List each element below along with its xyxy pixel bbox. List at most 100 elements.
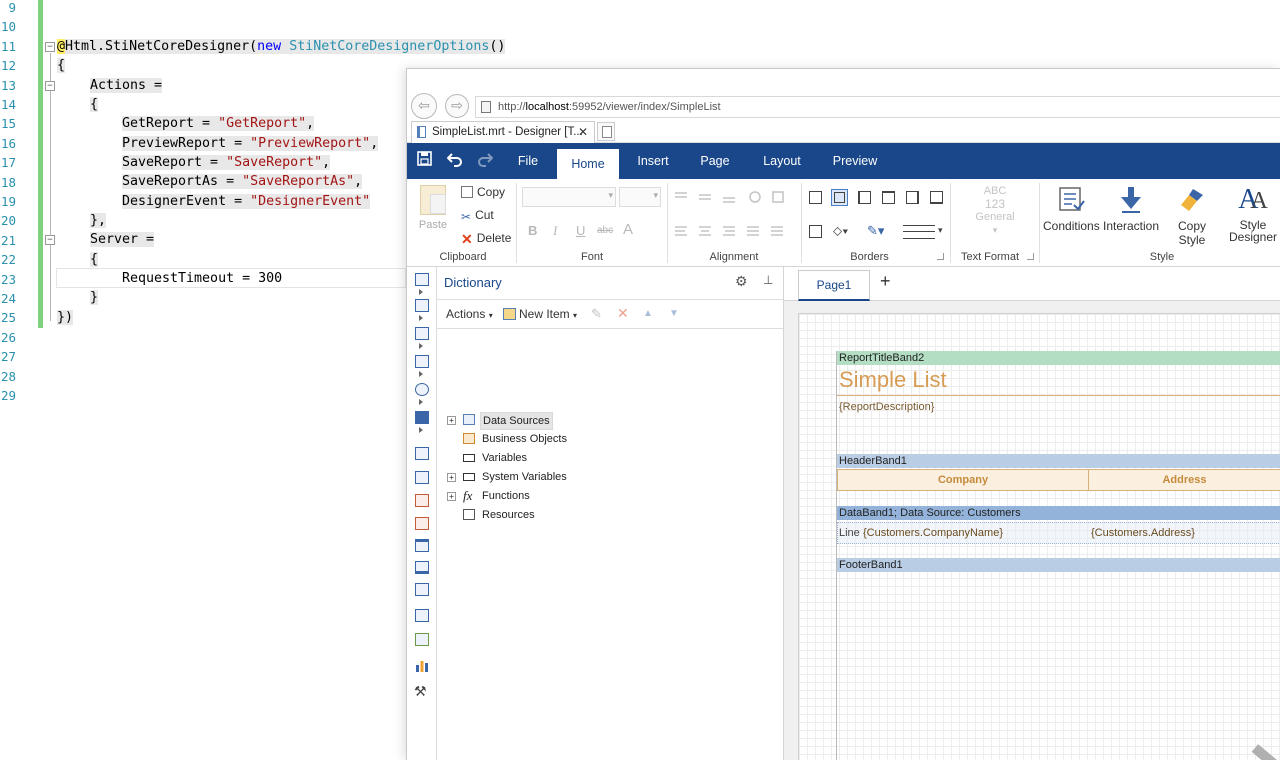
code-line-22[interactable]: { [90, 250, 99, 269]
toolbox-shapes-icon[interactable] [415, 383, 429, 396]
expand-plus-icon[interactable]: + [447, 416, 456, 425]
redo-icon[interactable] [477, 151, 494, 172]
border-right-icon[interactable] [906, 191, 919, 204]
move-down-icon[interactable]: ▼ [669, 308, 679, 319]
fold-toggle[interactable]: − [45, 81, 55, 91]
code-line-15[interactable]: GetReport = "GetReport", [122, 114, 315, 133]
toolbox-bands-icon[interactable] [415, 273, 429, 286]
toolbox-label-icon[interactable] [415, 609, 429, 622]
forward-button[interactable]: ⇨ [445, 94, 469, 118]
expand-plus-icon[interactable]: + [447, 492, 456, 501]
toolbox-barcode-icon[interactable] [415, 355, 429, 368]
address-bar[interactable]: http://localhost:59952/viewer/index/Simp… [475, 96, 1280, 118]
toolbox-components-icon[interactable] [415, 327, 429, 340]
expand-arrow-icon[interactable] [419, 427, 423, 433]
toolbox-page-header-icon[interactable] [415, 447, 429, 460]
pin-icon[interactable]: ⊥ [763, 273, 773, 287]
fill-color-icon[interactable]: ⬦▾ [833, 223, 848, 239]
underline-button[interactable]: U [576, 223, 585, 238]
tab-insert[interactable]: Insert [627, 143, 679, 179]
border-none-icon[interactable] [809, 225, 822, 238]
font-size-select[interactable] [619, 187, 661, 207]
strikethrough-button[interactable]: abc [597, 225, 613, 236]
text-format-button[interactable]: ABC 123 General ▾ [963, 185, 1027, 237]
expand-arrow-icon[interactable] [419, 315, 423, 321]
toolbox-image-icon[interactable] [415, 633, 429, 646]
tab-close-icon[interactable]: ✕ [578, 122, 588, 142]
border-left-icon[interactable] [858, 191, 871, 204]
expand-arrow-icon[interactable] [419, 371, 423, 377]
code-line-14[interactable]: { [90, 95, 99, 114]
border-style-icon[interactable] [903, 225, 935, 239]
toolbox-text-icon[interactable] [415, 494, 429, 507]
code-line-12[interactable]: { [57, 56, 66, 75]
gear-icon[interactable]: ⚙ [735, 273, 748, 290]
interaction-button[interactable]: Interaction [1103, 185, 1159, 233]
toolbox-panel-icon[interactable] [415, 583, 429, 596]
code-line-18[interactable]: SaveReportAs = "SaveReportAs", [122, 172, 363, 191]
toolbox-data-band-icon[interactable] [415, 471, 429, 484]
code-line-11[interactable]: @Html.StiNetCoreDesigner(new StiNetCoreD… [57, 37, 506, 56]
code-line-24[interactable]: } [90, 288, 99, 307]
borders-launcher-icon[interactable] [937, 253, 944, 260]
border-selected-icon[interactable] [831, 189, 848, 206]
tab-layout[interactable]: Layout [757, 143, 807, 179]
border-bottom-icon[interactable] [930, 191, 943, 204]
cut-button[interactable]: ✂ Cut [461, 208, 494, 224]
code-line-13[interactable]: Actions = [90, 76, 163, 95]
border-style-dropdown-icon[interactable]: ▾ [938, 225, 943, 236]
report-title-band-header[interactable]: ReportTitleBand2 [837, 351, 1280, 365]
code-line-23[interactable]: RequestTimeout = 300 [122, 269, 282, 288]
browser-tab[interactable]: SimpleList.mrt - Designer [T... ✕ [411, 121, 595, 143]
new-tab-button[interactable] [597, 122, 615, 141]
data-cell-address[interactable]: {Customers.Address} [1089, 523, 1195, 543]
code-line-19[interactable]: DesignerEvent = "DesignerEvent" [122, 192, 371, 211]
copy-button[interactable]: Copy [461, 185, 505, 199]
tab-home[interactable]: Home [557, 149, 619, 179]
italic-button[interactable]: I [553, 223, 557, 239]
footer-band-header[interactable]: FooterBand1 [837, 558, 1280, 572]
font-color-button[interactable]: A [623, 221, 633, 238]
report-title-text[interactable]: Simple List [839, 367, 947, 393]
tab-file[interactable]: File [506, 143, 550, 179]
tab-preview[interactable]: Preview [825, 143, 885, 179]
header-band-header[interactable]: HeaderBand1 [837, 454, 1280, 468]
toolbox-rich-text-icon[interactable] [415, 517, 429, 530]
bold-button[interactable]: B [528, 223, 537, 238]
header-cell-address[interactable]: Address [1088, 469, 1280, 491]
toolbox-header-icon[interactable] [415, 539, 429, 552]
toolbox-cross-bands-icon[interactable] [415, 299, 429, 312]
data-band-header[interactable]: DataBand1; Data Source: Customers [837, 506, 1280, 520]
paste-button[interactable]: Paste [417, 185, 449, 231]
delete-icon[interactable]: ✕ [617, 305, 629, 322]
report-page[interactable]: ReportTitleBand2 Simple List {ReportDesc… [836, 351, 1280, 760]
new-item-button[interactable]: New Item ▾ [503, 307, 577, 321]
header-cell-company[interactable]: Company [837, 469, 1089, 491]
tab-page[interactable]: Page [692, 143, 738, 179]
toolbox-tools-icon[interactable]: ⚒ [414, 683, 427, 700]
border-top-icon[interactable] [882, 191, 895, 204]
code-line-16[interactable]: PreviewReport = "PreviewReport", [122, 134, 379, 153]
expand-arrow-icon[interactable] [419, 343, 423, 349]
add-page-button[interactable]: + [880, 271, 891, 292]
conditions-button[interactable]: Conditions [1043, 185, 1100, 233]
toolbox-footer-icon[interactable] [415, 561, 429, 574]
toolbox-chart-icon[interactable] [415, 659, 429, 672]
fold-toggle[interactable]: − [45, 235, 55, 245]
border-all-icon[interactable] [809, 191, 822, 204]
undo-icon[interactable] [446, 151, 463, 172]
text-format-launcher-icon[interactable] [1027, 253, 1034, 260]
tab-page1[interactable]: Page1 [798, 270, 870, 301]
code-line-21[interactable]: Server = [90, 230, 155, 249]
code-line-25[interactable]: }) [57, 308, 74, 327]
expand-plus-icon[interactable]: + [447, 473, 456, 482]
data-cell-company[interactable]: {Customers.CompanyName} [861, 523, 1003, 543]
fold-toggle[interactable]: − [45, 42, 55, 52]
delete-button[interactable]: ✕ Delete [461, 231, 511, 247]
move-up-icon[interactable]: ▲ [643, 308, 653, 319]
actions-menu-button[interactable]: Actions ▾ [446, 307, 493, 321]
toolbox-puzzle-icon[interactable] [415, 411, 429, 424]
code-line-17[interactable]: SaveReport = "SaveReport", [122, 153, 331, 172]
expand-arrow-icon[interactable] [419, 289, 423, 295]
report-description-text[interactable]: {ReportDescription} [839, 401, 934, 413]
